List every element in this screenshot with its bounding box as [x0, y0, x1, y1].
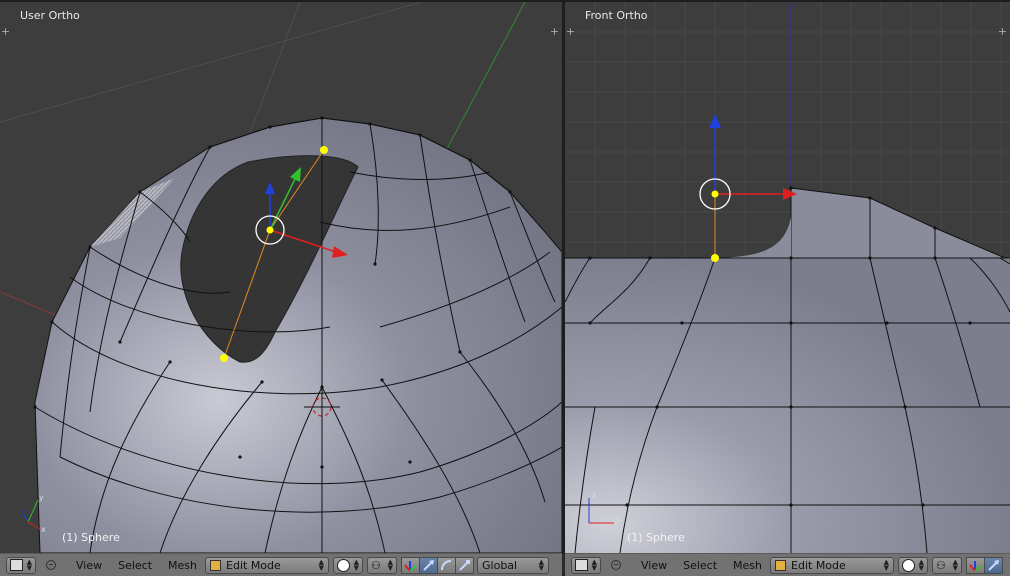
transform-orientation-selector[interactable]: Global ▲ ▼: [477, 556, 550, 574]
scale-icon[interactable]: [455, 556, 475, 574]
manipulator-group: [966, 556, 1004, 574]
menu-view[interactable]: View: [633, 559, 675, 572]
menu-view[interactable]: View: [68, 559, 110, 572]
collapse-menu-icon[interactable]: [46, 560, 56, 570]
menu-select[interactable]: Select: [110, 559, 160, 572]
edit-mode-icon: [210, 559, 222, 571]
cube-icon: [10, 559, 23, 571]
translate-icon[interactable]: [419, 556, 439, 574]
translate-icon[interactable]: [984, 556, 1004, 574]
sphere-mesh[interactable]: [565, 258, 1010, 553]
axis-x-label: x: [616, 515, 621, 524]
grid: [565, 2, 1010, 262]
editor-type-selector[interactable]: ▲ ▼: [571, 556, 601, 574]
viewport-canvas-right[interactable]: z x: [565, 2, 1010, 553]
object-name-label: (1) Sphere: [62, 531, 120, 544]
viewport-title: User Ortho: [20, 9, 80, 22]
axis-y-label: y: [39, 493, 44, 502]
updown-arrows-icon: ▲ ▼: [538, 558, 545, 572]
mode-selector[interactable]: Edit Mode ▲ ▼: [770, 556, 895, 574]
axis-z-label: z: [592, 491, 596, 500]
pivot-point-selector[interactable]: ⚇ ▲ ▼: [367, 556, 398, 574]
sphere-shading-icon: [337, 558, 351, 572]
viewport-header-left: ▲ ▼ View Select Mesh Edit Mode ▲ ▼ ▲ ▼ ⚇ ▲ ▼…: [0, 553, 562, 576]
viewport-title: Front Ortho: [585, 9, 648, 22]
updown-arrows-icon: ▲ ▼: [387, 558, 394, 572]
object-name-label: (1) Sphere: [627, 531, 685, 544]
viewport-user-ortho[interactable]: y x User Ortho + + (1) Sphere: [0, 2, 562, 553]
pivot-icon: ⚇: [371, 558, 381, 572]
viewport-shading-selector[interactable]: ▲ ▼: [333, 556, 364, 574]
region-expand-icon[interactable]: +: [0, 26, 11, 37]
mode-selector-label: Edit Mode: [226, 558, 281, 572]
region-expand-icon[interactable]: +: [997, 26, 1008, 37]
cube-icon: [575, 559, 588, 571]
editor-type-selector[interactable]: ▲ ▼: [6, 556, 36, 574]
updown-arrows-icon: ▲ ▼: [918, 558, 925, 572]
updown-arrows-icon: ▲ ▼: [952, 558, 959, 572]
axis-x-label: x: [41, 525, 46, 534]
orientation-label: Global: [482, 558, 518, 572]
updown-arrows-icon: ▲ ▼: [318, 558, 325, 572]
viewport-front-ortho[interactable]: z x Front Ortho + + (1) Sphere: [565, 2, 1010, 553]
region-expand-icon[interactable]: +: [565, 26, 576, 37]
menu-mesh[interactable]: Mesh: [725, 559, 770, 572]
manipulator-icon[interactable]: [966, 556, 986, 574]
mode-selector-label: Edit Mode: [791, 558, 846, 572]
mode-selector[interactable]: Edit Mode ▲ ▼: [205, 556, 330, 574]
viewport-canvas-left[interactable]: y x: [0, 2, 562, 553]
selected-vertex[interactable]: [711, 254, 719, 262]
sphere-back-faces: [790, 187, 1006, 259]
collapse-menu-icon[interactable]: [611, 560, 621, 570]
transform-manipulator[interactable]: [699, 114, 797, 210]
region-expand-icon[interactable]: +: [549, 26, 560, 37]
edit-mode-icon: [775, 559, 787, 571]
updown-arrows-icon: ▲ ▼: [26, 558, 32, 572]
menu-mesh[interactable]: Mesh: [160, 559, 205, 572]
updown-arrows-icon: ▲ ▼: [353, 558, 360, 572]
rotate-icon[interactable]: [437, 556, 457, 574]
updown-arrows-icon: ▲ ▼: [883, 558, 890, 572]
viewport-header-right: ▲ ▼ View Select Mesh Edit Mode ▲ ▼ ▲ ▼ ⚇ ▲ ▼: [565, 553, 1010, 576]
pivot-point-selector[interactable]: ⚇ ▲ ▼: [932, 556, 963, 574]
pivot-icon: ⚇: [936, 558, 946, 572]
sphere-shading-icon: [902, 558, 916, 572]
selected-vertex[interactable]: [320, 146, 328, 154]
manipulator-group: [401, 556, 475, 574]
updown-arrows-icon: ▲ ▼: [591, 558, 597, 572]
manipulator-icon[interactable]: [401, 556, 421, 574]
selected-vertex[interactable]: [220, 354, 228, 362]
menu-select[interactable]: Select: [675, 559, 725, 572]
viewport-shading-selector[interactable]: ▲ ▼: [898, 556, 929, 574]
